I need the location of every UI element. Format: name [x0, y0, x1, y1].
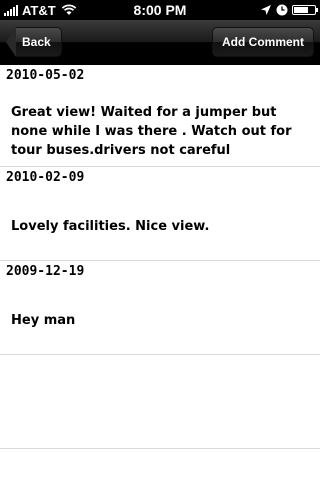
back-arrow-shape: [6, 27, 16, 57]
comment-row: 2010-05-02 Great view! Waited for a jump…: [0, 65, 320, 167]
comment-date: 2010-05-02: [6, 68, 85, 83]
comment-row: 2009-12-19 Hey man: [0, 261, 320, 355]
navigation-bar: Back Add Comment: [0, 20, 320, 65]
battery-icon: [292, 5, 318, 15]
comment-list: 2010-05-02 Great view! Waited for a jump…: [0, 65, 320, 449]
empty-list-row: [0, 355, 320, 449]
battery-level-fill: [294, 7, 308, 13]
back-button-label: Back: [16, 27, 62, 57]
clock-icon: [276, 4, 288, 16]
comment-date: 2009-12-19: [6, 264, 85, 279]
comment-text: Great view! Waited for a jumper but none…: [11, 105, 292, 158]
comment-row: 2010-02-09 Lovely facilities. Nice view.: [0, 167, 320, 261]
comment-text: Lovely facilities. Nice view.: [11, 219, 210, 234]
status-right: [260, 3, 318, 17]
status-bar: AT&T 8:00 PM: [0, 0, 320, 20]
add-comment-button[interactable]: Add Comment: [212, 27, 314, 57]
comment-text: Hey man: [11, 313, 76, 328]
back-button[interactable]: Back: [6, 27, 62, 57]
location-arrow-icon: [261, 5, 271, 15]
comment-date: 2010-02-09: [6, 170, 85, 185]
